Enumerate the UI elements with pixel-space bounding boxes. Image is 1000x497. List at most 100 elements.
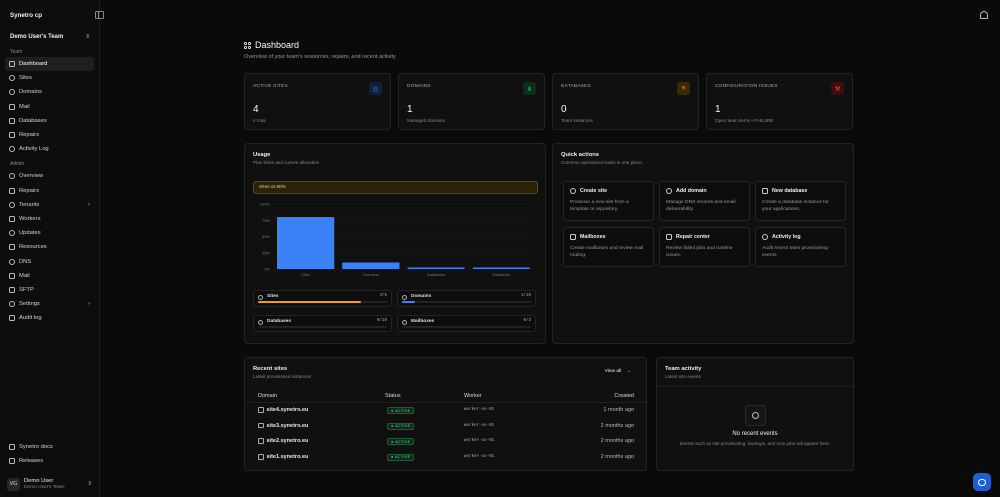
sidebar-item-resources[interactable]: Resources [5,240,94,254]
team-switcher[interactable]: Demo User's Team ⇕ [5,30,94,44]
sidebar-item-updates[interactable]: Updates [5,226,94,240]
sidebar-item-overview[interactable]: Overview [5,169,94,183]
server-icon [9,215,15,222]
chevron-right-icon: › [88,201,90,208]
action-title: Activity log [772,234,801,240]
chat-icon [978,478,986,486]
sidebar-item-audit-log[interactable]: Audit log [5,311,94,325]
sidebar-item-releases[interactable]: Releases [5,454,94,468]
meter-domains: Domains 1/10 [397,290,536,307]
action-add-domain[interactable]: Add domain Manage DNS records and email … [659,181,750,221]
stat-card-domains[interactable]: DOMAINS ⋔ 1 Managed domains [398,73,545,130]
sidebar-item-label: Releases [19,458,44,465]
sidebar-item-sftp[interactable]: SFTP [5,283,94,297]
sidebar-item-activity-log[interactable]: Activity Log [5,142,94,156]
action-mailboxes[interactable]: Mailboxes Create mailboxes and review ma… [563,227,654,267]
view-all-button[interactable]: View all → [600,366,636,377]
dashboard-icon [244,41,251,49]
team-name: Demo User's Team [10,34,64,40]
chevrons-up-down-icon: ⇕ [85,34,90,40]
site-worker: worker-us-01 [464,454,495,459]
site-created: 2 months ago [600,453,634,460]
action-create-site[interactable]: Create site Provision a new site from a … [563,181,654,221]
chevrons-up-down-icon: ⇕ [87,481,92,487]
sidebar-item-repairs[interactable]: Repairs [5,128,94,142]
sidebar-item-label: Audit log [19,315,42,322]
action-new-database[interactable]: New database Create a database instance … [755,181,846,221]
sidebar-item-admin-repairs[interactable]: Repairs [5,184,94,198]
sidebar-item-sites[interactable]: Sites [5,71,94,85]
site-created: 1 month ago [603,407,634,413]
quick-actions-title: Quick actions [561,152,600,158]
sidebar-item-label: Repairs [19,187,39,194]
site-worker: worker-us-01 [464,439,495,444]
action-repair-center[interactable]: Repair center Review failed jobs and run… [659,227,750,267]
sidebar-item-mail[interactable]: Mail [5,100,94,114]
team-activity-title: Team activity [665,366,702,372]
domain-text: site1.synetro.eu [266,453,309,460]
quick-actions-subtitle: Common operational tasks in one place. [561,160,643,165]
sidebar-item-domains[interactable]: Domains [5,85,94,99]
arrow-right-icon: → [626,369,631,374]
status-text: ACTIVE [394,424,411,429]
sidebar-item-databases[interactable]: Databases [5,114,94,128]
sidebar-item-dashboard[interactable]: Dashboard [5,57,94,72]
meter-label: Sites [267,294,279,299]
status-text: ACTIVE [394,408,411,413]
server-icon [258,407,264,413]
sidebar-item-tenants[interactable]: Tenants › [5,198,94,212]
network-icon [9,258,15,265]
database-icon [258,320,263,325]
usage-subtitle: Plan limits and current allocation [253,160,320,165]
sidebar-item-label: Dashboard [19,61,48,68]
meter-value: 0/10 [376,319,387,323]
sidebar-item-docs[interactable]: Synetro docs [5,440,94,454]
sidebar-item-label: Overview [19,173,44,180]
recent-sites-subtitle: Latest provisioned instances [253,374,311,379]
site-created: 2 months ago [600,438,634,445]
compass-icon [9,173,15,180]
bell-icon[interactable] [980,11,988,19]
usage-alert: Sites at 80% [253,181,538,194]
site-domain[interactable]: site3.synetro.eu [258,423,308,429]
empty-title: No recent events [732,431,778,437]
chevron-right-icon: › [88,301,90,308]
action-title: New database [772,188,808,194]
table-row[interactable]: site1.synetro.eu ● ACTIVE worker-us-01 2… [245,450,646,466]
site-domain[interactable]: site4.synetro.eu [258,407,308,413]
chat-button[interactable] [973,473,991,491]
terminal-icon [9,286,15,293]
x-tick-label: Mailboxes [492,272,510,277]
status-badge: ● ACTIVE [387,438,415,446]
sidebar-item-label: Mail [19,103,30,110]
sidebar-item-label: Settings [19,301,40,308]
sidebar-item-admin-mail[interactable]: Mail [5,269,94,283]
table-row[interactable]: site4.synetro.eu ● ACTIVE worker-us-01 1… [245,403,646,419]
meter-label: Domains [411,294,432,299]
database-icon [762,188,768,194]
usage-title: Usage [253,152,271,158]
wrench-icon [9,187,15,194]
sidebar-item-workers[interactable]: Workers [5,212,94,226]
action-activity-log[interactable]: Activity log Audit recent team provision… [755,227,846,267]
stat-sub: Open team items • FAILURE [715,118,774,123]
x-tick-label: Sites [301,272,310,277]
avatar: VG [7,477,20,491]
status-badge: ● ACTIVE [387,422,415,430]
sidebar-item-settings[interactable]: Settings › [5,297,94,311]
view-all-label: View all [604,369,622,374]
y-tick-label: 0% [264,267,270,272]
site-domain[interactable]: site2.synetro.eu [258,438,308,444]
user-menu[interactable]: VG Demo User Demo User's Team ⇕ [5,474,94,494]
sidebar-item-dns[interactable]: DNS [5,254,94,268]
meter-fill [402,301,415,303]
network-icon: ⋔ [523,82,536,95]
site-domain[interactable]: site1.synetro.eu [258,454,308,460]
stat-card-databases[interactable]: DATABASES ≡ 0 Team instances [552,73,699,130]
table-row[interactable]: site3.synetro.eu ● ACTIVE worker-us-01 2… [245,419,646,435]
meter-value: 4/5 [379,294,387,298]
stat-card-configuration-issues[interactable]: CONFIGURATION ISSUES ⚒ 1 Open team items… [706,73,853,130]
table-row[interactable]: site2.synetro.eu ● ACTIVE worker-us-01 2… [245,434,646,450]
stat-card-active-sites[interactable]: ACTIVE SITES ◎ 4 4 total [244,73,391,130]
meter-track [402,301,531,303]
